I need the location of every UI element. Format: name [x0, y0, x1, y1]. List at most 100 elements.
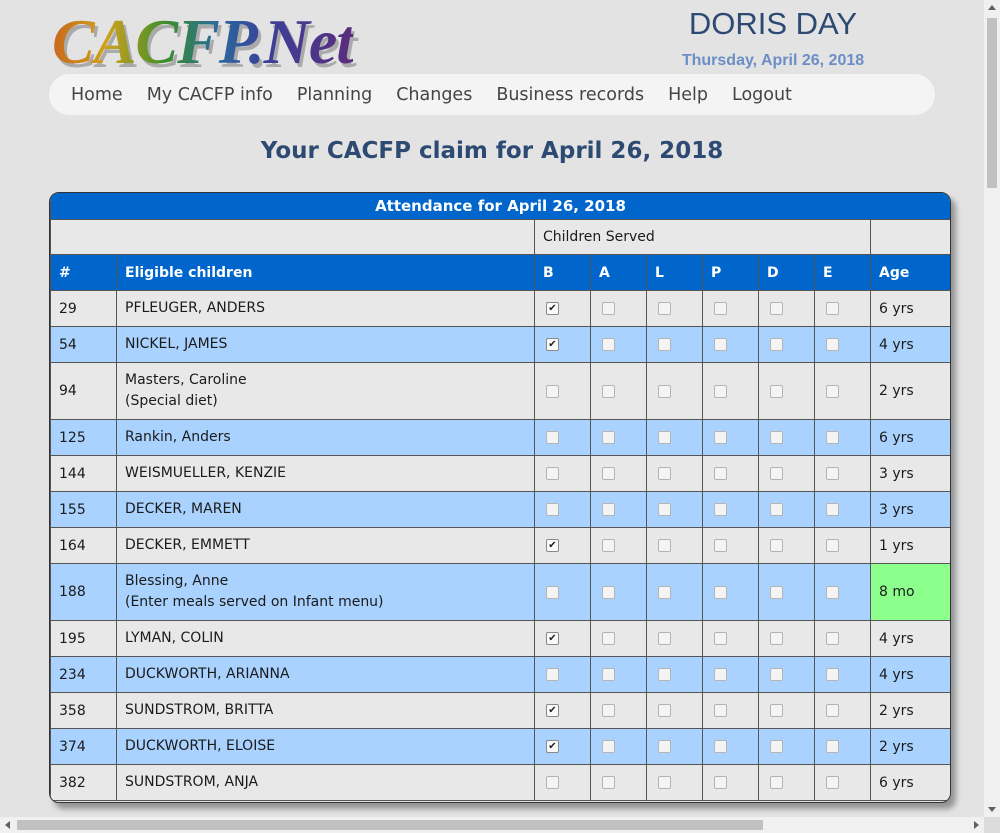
nav-logout[interactable]: Logout [732, 85, 792, 105]
evening-snack-checkbox[interactable] [826, 338, 839, 351]
am-snack-checkbox[interactable] [602, 539, 615, 552]
breakfast-checkbox[interactable]: ✔ [546, 740, 559, 753]
scroll-left-arrow-icon[interactable] [5, 821, 10, 829]
am-snack-checkbox[interactable] [602, 431, 615, 444]
breakfast-checkbox[interactable]: ✔ [546, 539, 559, 552]
dinner-checkbox[interactable] [770, 338, 783, 351]
meal-cell-dinner [758, 563, 815, 621]
am-snack-checkbox[interactable] [602, 384, 615, 398]
scroll-right-arrow-icon[interactable] [974, 821, 979, 829]
breakfast-checkbox[interactable] [546, 467, 559, 480]
nav-changes[interactable]: Changes [396, 85, 472, 105]
pm-snack-checkbox[interactable] [714, 632, 727, 645]
lunch-checkbox[interactable] [658, 503, 671, 516]
dinner-checkbox[interactable] [770, 776, 783, 789]
dinner-checkbox[interactable] [770, 539, 783, 552]
nav-help[interactable]: Help [668, 85, 708, 105]
breakfast-checkbox[interactable] [546, 668, 559, 681]
pm-snack-checkbox[interactable] [714, 431, 727, 444]
table-row: 144 WEISMUELLER, KENZIE 3 yrs [50, 455, 950, 492]
dinner-checkbox[interactable] [770, 431, 783, 444]
evening-snack-checkbox[interactable] [826, 539, 839, 552]
vertical-scrollbar[interactable] [984, 0, 1000, 817]
evening-snack-checkbox[interactable] [826, 431, 839, 444]
lunch-checkbox[interactable] [658, 740, 671, 753]
am-snack-checkbox[interactable] [602, 338, 615, 351]
evening-snack-checkbox[interactable] [826, 384, 839, 398]
pm-snack-checkbox[interactable] [714, 467, 727, 480]
meal-cell-lunch [646, 419, 703, 456]
breakfast-checkbox[interactable]: ✔ [546, 704, 559, 717]
evening-snack-checkbox[interactable] [826, 467, 839, 480]
cacfp-logo[interactable]: CACFP.Net [52, 2, 354, 82]
am-snack-checkbox[interactable] [602, 704, 615, 717]
nav-home[interactable]: Home [71, 85, 123, 105]
am-snack-checkbox[interactable] [602, 740, 615, 753]
dinner-checkbox[interactable] [770, 704, 783, 717]
breakfast-checkbox[interactable]: ✔ [546, 338, 559, 351]
breakfast-checkbox[interactable] [546, 384, 559, 398]
dinner-checkbox[interactable] [770, 632, 783, 645]
breakfast-checkbox[interactable]: ✔ [546, 632, 559, 645]
meal-cell-am-snack [590, 764, 647, 801]
am-snack-checkbox[interactable] [602, 585, 615, 599]
nav-business-records[interactable]: Business records [496, 85, 644, 105]
pm-snack-checkbox[interactable] [714, 338, 727, 351]
evening-snack-checkbox[interactable] [826, 503, 839, 516]
am-snack-checkbox[interactable] [602, 503, 615, 516]
lunch-checkbox[interactable] [658, 704, 671, 717]
table-row: 94 Masters, Caroline (Special diet) 2 yrs [50, 362, 950, 420]
pm-snack-checkbox[interactable] [714, 668, 727, 681]
dinner-checkbox[interactable] [770, 668, 783, 681]
breakfast-checkbox[interactable] [546, 431, 559, 444]
vertical-scroll-thumb[interactable] [987, 18, 997, 188]
horizontal-scroll-thumb[interactable] [17, 820, 763, 830]
pm-snack-checkbox[interactable] [714, 776, 727, 789]
table-row: 164 DECKER, EMMETT ✔ 1 yrs [50, 527, 950, 564]
breakfast-checkbox[interactable] [546, 585, 559, 599]
lunch-checkbox[interactable] [658, 776, 671, 789]
evening-snack-checkbox[interactable] [826, 632, 839, 645]
dinner-checkbox[interactable] [770, 585, 783, 599]
pm-snack-checkbox[interactable] [714, 740, 727, 753]
scroll-up-arrow-icon[interactable] [988, 5, 996, 10]
am-snack-checkbox[interactable] [602, 632, 615, 645]
evening-snack-checkbox[interactable] [826, 302, 839, 315]
pm-snack-checkbox[interactable] [714, 539, 727, 552]
pm-snack-checkbox[interactable] [714, 704, 727, 717]
evening-snack-checkbox[interactable] [826, 740, 839, 753]
breakfast-checkbox[interactable]: ✔ [546, 302, 559, 315]
lunch-checkbox[interactable] [658, 632, 671, 645]
lunch-checkbox[interactable] [658, 431, 671, 444]
lunch-checkbox[interactable] [658, 668, 671, 681]
lunch-checkbox[interactable] [658, 585, 671, 599]
dinner-checkbox[interactable] [770, 503, 783, 516]
lunch-checkbox[interactable] [658, 467, 671, 480]
dinner-checkbox[interactable] [770, 384, 783, 398]
nav-my-cacfp-info[interactable]: My CACFP info [147, 85, 273, 105]
evening-snack-checkbox[interactable] [826, 776, 839, 789]
evening-snack-checkbox[interactable] [826, 585, 839, 599]
lunch-checkbox[interactable] [658, 302, 671, 315]
pm-snack-checkbox[interactable] [714, 384, 727, 398]
breakfast-checkbox[interactable] [546, 776, 559, 789]
dinner-checkbox[interactable] [770, 302, 783, 315]
pm-snack-checkbox[interactable] [714, 302, 727, 315]
lunch-checkbox[interactable] [658, 539, 671, 552]
scroll-down-arrow-icon[interactable] [988, 807, 996, 812]
am-snack-checkbox[interactable] [602, 668, 615, 681]
horizontal-scrollbar[interactable] [0, 817, 984, 833]
pm-snack-checkbox[interactable] [714, 585, 727, 599]
dinner-checkbox[interactable] [770, 740, 783, 753]
lunch-checkbox[interactable] [658, 338, 671, 351]
pm-snack-checkbox[interactable] [714, 503, 727, 516]
am-snack-checkbox[interactable] [602, 467, 615, 480]
nav-planning[interactable]: Planning [297, 85, 372, 105]
am-snack-checkbox[interactable] [602, 776, 615, 789]
dinner-checkbox[interactable] [770, 467, 783, 480]
breakfast-checkbox[interactable] [546, 503, 559, 516]
evening-snack-checkbox[interactable] [826, 704, 839, 717]
am-snack-checkbox[interactable] [602, 302, 615, 315]
lunch-checkbox[interactable] [658, 384, 671, 398]
evening-snack-checkbox[interactable] [826, 668, 839, 681]
